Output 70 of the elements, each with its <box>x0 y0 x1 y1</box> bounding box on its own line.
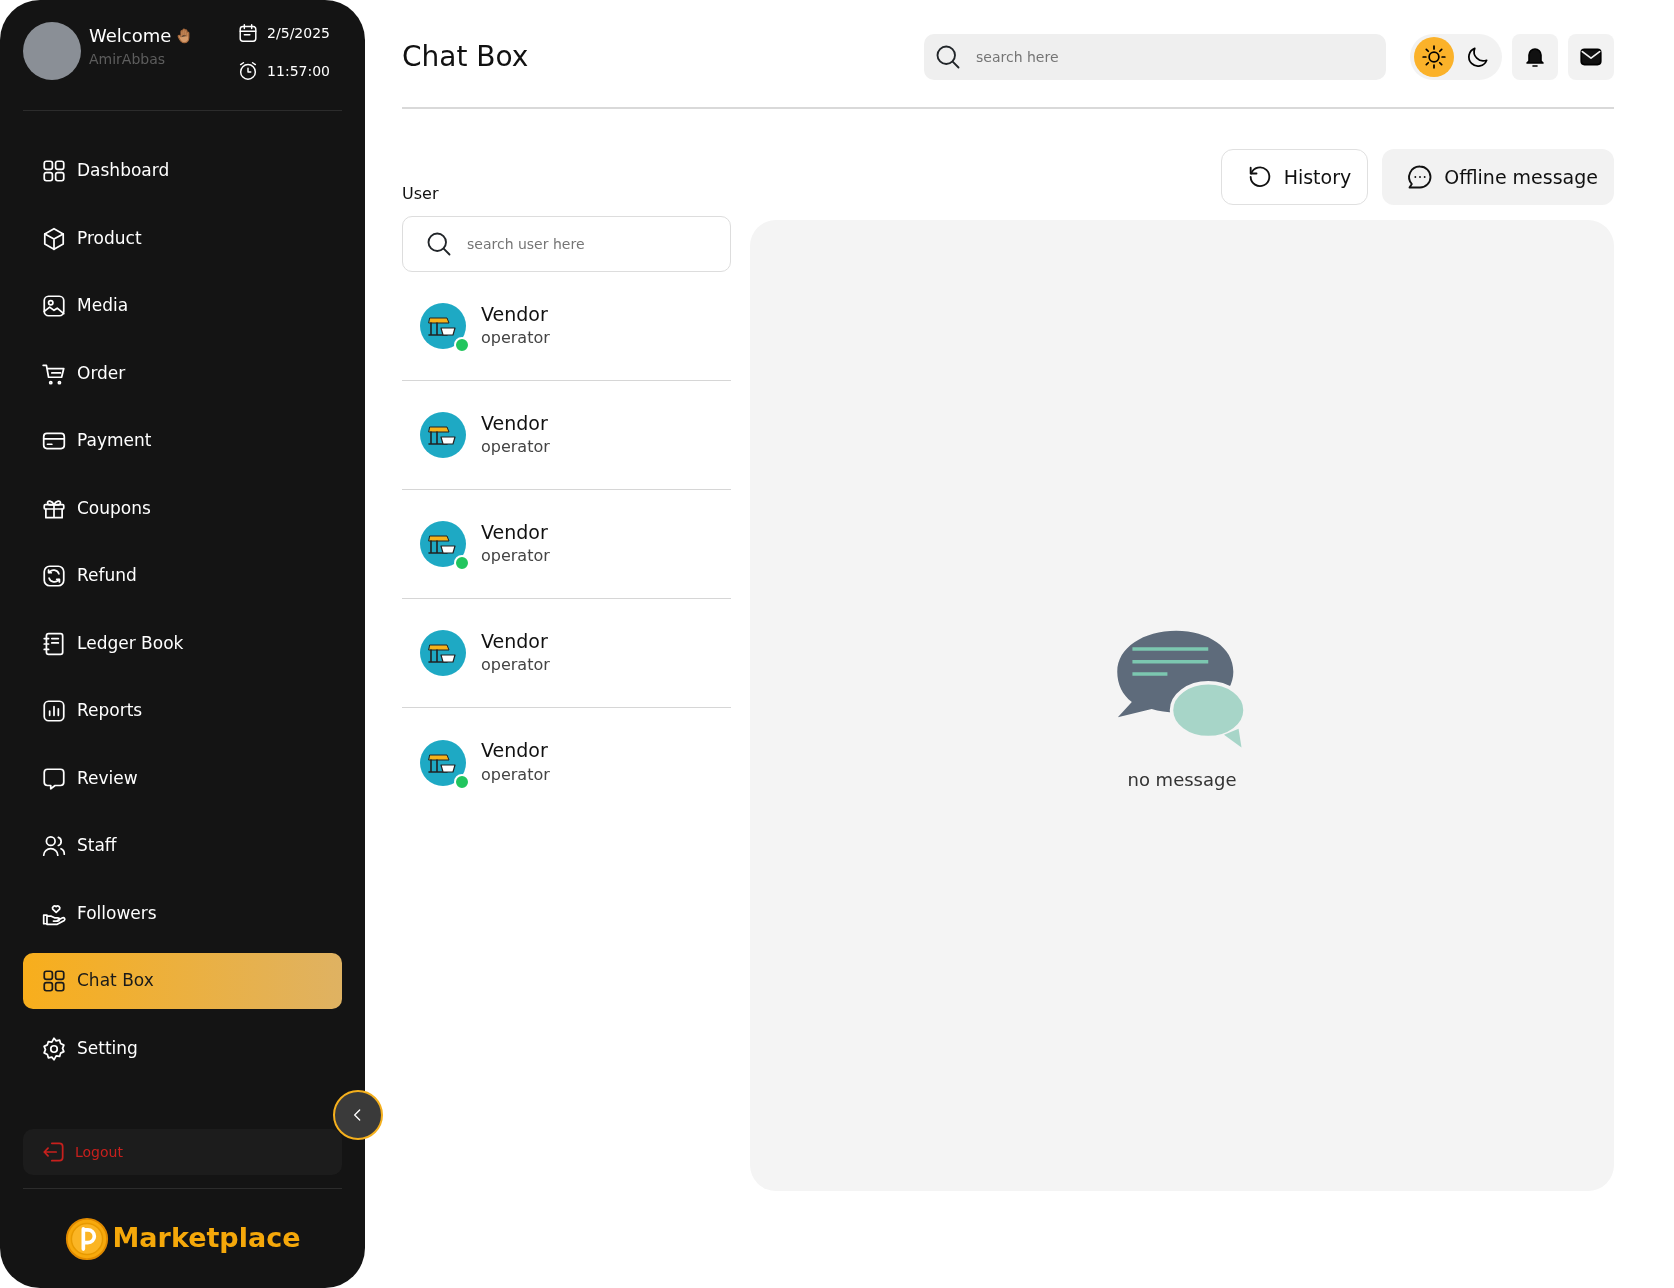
sidebar-item[interactable]: Reports <box>23 683 342 739</box>
store-avatar-icon <box>419 738 467 787</box>
page-title: Chat Box <box>402 40 529 74</box>
search-icon <box>425 230 453 258</box>
sidebar-item[interactable]: Staff <box>23 818 342 874</box>
user-role: operator <box>481 436 550 459</box>
user-role: operator <box>481 654 550 677</box>
sidebar-item[interactable]: Coupons <box>23 480 342 537</box>
user-list-item[interactable]: Vendor operator <box>402 381 731 490</box>
calendar-icon <box>237 22 260 44</box>
notifications-button[interactable] <box>1512 34 1558 80</box>
sidebar-item[interactable]: Followers <box>23 885 342 942</box>
sidebar-item[interactable]: Review <box>23 750 342 807</box>
sidebar-item[interactable]: Payment <box>23 413 342 469</box>
store-avatar-icon <box>419 629 467 677</box>
speech-bubble-icon <box>41 765 67 792</box>
user-name: Vendor <box>481 519 549 545</box>
user-name: Vendor <box>481 301 549 327</box>
light-mode-button[interactable] <box>1414 37 1454 77</box>
sun-icon <box>1421 44 1447 70</box>
user-role: operator <box>481 545 550 568</box>
bell-icon <box>1523 45 1547 69</box>
bar-chart-icon <box>41 698 67 724</box>
user-name: Vendor <box>481 738 549 763</box>
logout-icon <box>41 1139 67 1165</box>
image-icon <box>41 293 67 319</box>
empty-state-text: no message <box>1127 768 1237 792</box>
sidebar-item[interactable]: Setting <box>23 1020 342 1077</box>
search-bar[interactable]: search here <box>924 34 1386 80</box>
search-icon <box>934 43 962 71</box>
username-text: AmirAbbas <box>89 50 167 69</box>
refresh-icon <box>41 563 67 589</box>
notebook-icon <box>41 630 67 657</box>
search-input[interactable]: search here <box>974 45 1376 69</box>
users-icon <box>41 833 67 859</box>
sidebar-item[interactable]: Dashboard <box>23 143 342 199</box>
store-avatar-icon <box>419 411 467 459</box>
avatar-photo-placeholder <box>23 22 81 80</box>
user-role: operator <box>481 763 550 786</box>
user-name: Vendor <box>481 410 549 436</box>
coin-icon <box>64 1216 109 1261</box>
user-name: Vendor <box>481 628 549 654</box>
user-role: operator <box>481 327 550 350</box>
offline-message-button[interactable]: Offline message <box>1382 149 1614 205</box>
store-avatar-icon <box>419 520 467 568</box>
user-search-input[interactable]: search user here <box>465 232 708 256</box>
sidebar-item[interactable]: Chat Box <box>23 953 342 1009</box>
time-text: 11:57:00 <box>267 61 330 81</box>
welcome-text: Welcome <box>89 24 172 48</box>
grid-icon <box>41 968 67 994</box>
sidebar-item[interactable]: Media <box>23 278 342 334</box>
brand-name: Marketplace <box>112 1221 301 1256</box>
gear-icon <box>41 1035 67 1062</box>
sidebar-item[interactable]: Product <box>23 210 342 267</box>
user-list-item[interactable]: Vendor operator <box>402 272 731 381</box>
messages-button[interactable] <box>1568 34 1614 80</box>
user-list-item[interactable]: Vendor operator <box>402 708 731 817</box>
grid-icon <box>41 158 67 184</box>
sidebar-item[interactable]: Refund <box>23 548 342 604</box>
store-avatar-icon <box>419 302 467 350</box>
collapse-button[interactable] <box>333 1090 383 1140</box>
user-list-item[interactable]: Vendor operator <box>402 599 731 708</box>
sidebar-item[interactable]: Order <box>23 345 342 402</box>
sidebar-item[interactable]: Ledger Book <box>23 615 342 672</box>
user-label: User <box>402 183 440 205</box>
cube-icon <box>41 225 67 252</box>
date-text: 2/5/2025 <box>267 23 330 43</box>
user-search-bar[interactable]: search user here <box>402 216 731 272</box>
user-list-item[interactable]: Vendor operator <box>402 490 731 599</box>
history-button[interactable]: History <box>1220 149 1369 205</box>
